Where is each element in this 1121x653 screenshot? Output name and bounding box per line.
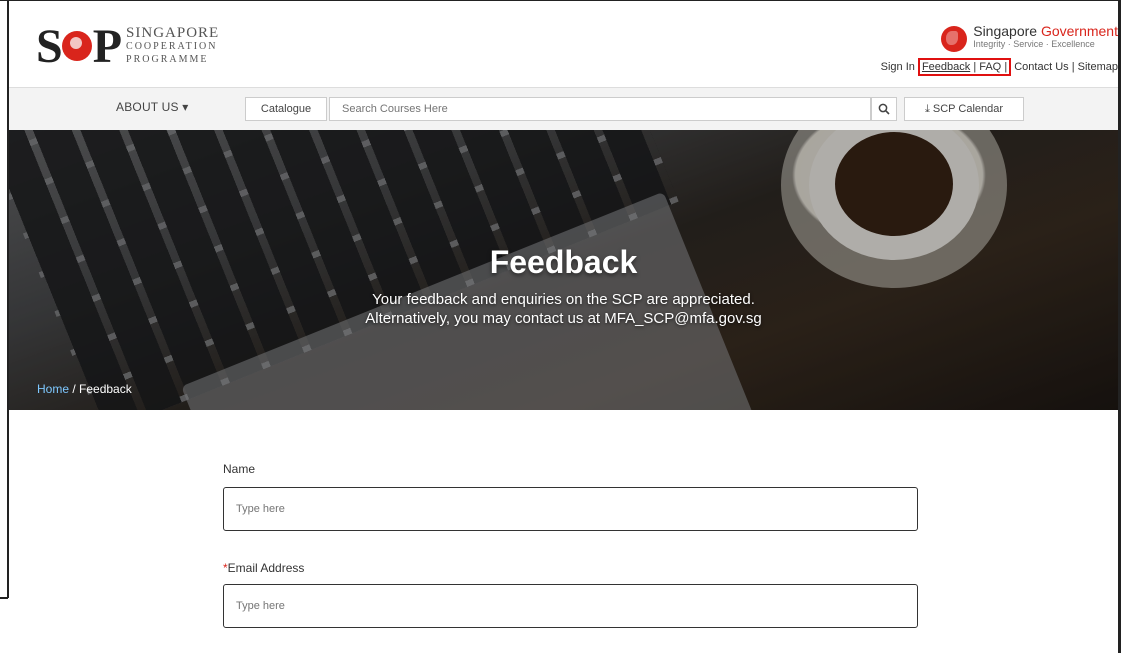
utility-links: Sign In Feedback | FAQ | Contact Us | Si… <box>881 58 1118 76</box>
subtitle-line-2: Alternatively, you may contact us at MFA… <box>365 310 762 327</box>
site-header: SP SINGAPORE COOPERATION PROGRAMME Singa… <box>9 1 1118 87</box>
logo-line-3: PROGRAMME <box>126 53 209 65</box>
feedback-link[interactable]: Feedback <box>922 61 970 73</box>
main-nav: ABOUT US ▾ Catalogue ⤓ SCP Calendar <box>9 87 1118 131</box>
search-icon <box>878 103 890 115</box>
logo-line-1: SINGAPORE <box>126 24 220 41</box>
breadcrumb: Home / Feedback <box>37 382 132 396</box>
page-subtitle: Your feedback and enquiries on the SCP a… <box>9 290 1118 328</box>
hero-banner: Feedback Your feedback and enquiries on … <box>9 130 1118 410</box>
breadcrumb-home[interactable]: Home <box>37 382 69 396</box>
frame-bottom-tick <box>0 597 8 599</box>
highlight-box: Feedback | FAQ | <box>917 58 1012 76</box>
search-button[interactable] <box>871 97 897 121</box>
contact-us-link[interactable]: Contact Us <box>1014 61 1068 73</box>
about-us-menu[interactable]: ABOUT US ▾ <box>116 100 189 114</box>
gov-tagline: Integrity · Service · Excellence <box>973 39 1095 49</box>
gov-title: Singapore Government <box>973 23 1118 39</box>
chevron-down-icon: ▾ <box>182 100 189 114</box>
search-input[interactable] <box>329 97 871 121</box>
subtitle-line-1: Your feedback and enquiries on the SCP a… <box>372 291 755 308</box>
logo-line-2: COOPERATION <box>126 40 218 52</box>
logo-circle-icon <box>61 31 92 61</box>
scp-calendar-button[interactable]: ⤓ SCP Calendar <box>904 97 1024 121</box>
scp-logo-text: SINGAPORE COOPERATION PROGRAMME <box>126 24 220 66</box>
breadcrumb-current: Feedback <box>79 382 132 396</box>
download-icon: ⤓ <box>924 103 930 115</box>
sign-in-link[interactable]: Sign In <box>881 61 915 73</box>
lion-head-icon <box>941 26 968 52</box>
singapore-government-logo[interactable]: Singapore Government Integrity · Service… <box>941 23 1118 52</box>
name-label: Name <box>223 462 256 476</box>
email-field[interactable] <box>223 584 918 628</box>
scp-logo-mark: SP <box>36 19 122 73</box>
email-label: *Email Address <box>223 561 305 575</box>
scp-logo[interactable]: SP SINGAPORE COOPERATION PROGRAMME <box>36 19 220 73</box>
faq-link[interactable]: FAQ <box>979 61 1001 73</box>
name-field[interactable] <box>223 487 918 531</box>
catalogue-dropdown[interactable]: Catalogue <box>245 97 327 121</box>
page-title: Feedback <box>489 244 638 280</box>
sitemap-link[interactable]: Sitemap <box>1078 61 1118 73</box>
